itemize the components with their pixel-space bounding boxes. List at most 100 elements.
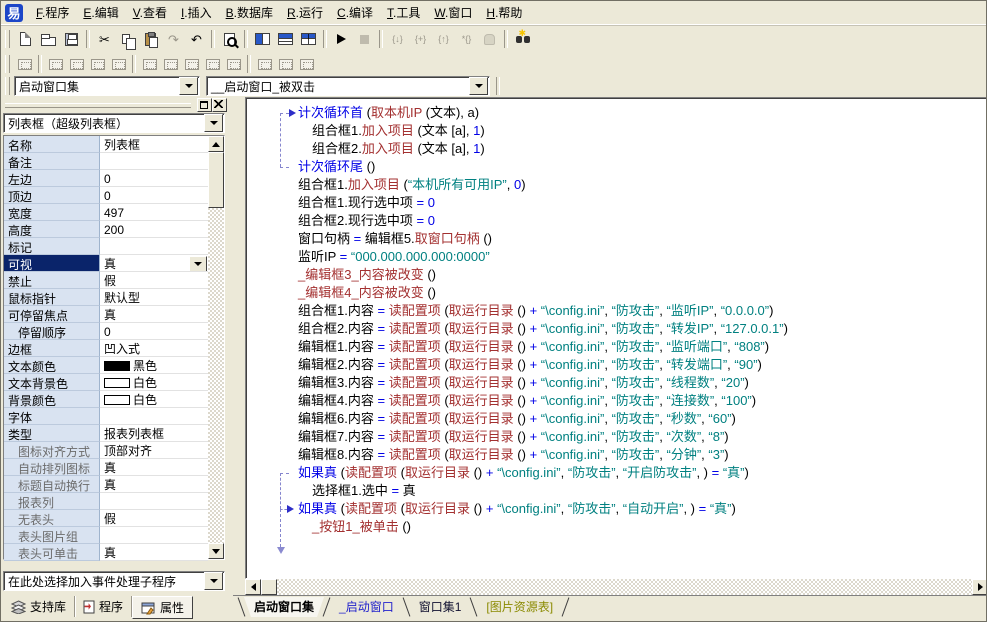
- align-left-icon[interactable]: [45, 55, 66, 73]
- center-in-form-icon[interactable]: [223, 55, 244, 73]
- property-row[interactable]: 类型报表列表框: [4, 425, 208, 442]
- run-to-cursor-icon[interactable]: *{}: [455, 28, 478, 50]
- cut-icon[interactable]: ✂: [93, 28, 116, 50]
- property-value[interactable]: 真: [100, 459, 208, 476]
- step-over-icon[interactable]: {+}: [409, 28, 432, 50]
- find-icon[interactable]: [218, 28, 241, 50]
- pause-hand-icon[interactable]: [478, 28, 501, 50]
- property-value[interactable]: 白色: [100, 391, 208, 408]
- toolbar-grip[interactable]: [5, 30, 10, 48]
- save-icon[interactable]: [60, 28, 83, 50]
- step-out-icon[interactable]: {↑}: [432, 28, 455, 50]
- chevron-down-icon[interactable]: [179, 77, 198, 95]
- chevron-down-icon[interactable]: [189, 256, 207, 272]
- property-row[interactable]: 名称列表框: [4, 136, 208, 153]
- toolbar-grip[interactable]: [5, 55, 10, 73]
- property-row[interactable]: 表头图片组: [4, 527, 208, 544]
- code-line[interactable]: 组合框1.加入项目 (文本 [a], 1): [246, 122, 987, 140]
- property-row[interactable]: 标记: [4, 238, 208, 255]
- menu-item-运行[interactable]: R.运行: [280, 2, 330, 23]
- panel-tab-属性[interactable]: 属性: [132, 596, 193, 619]
- menu-item-窗口[interactable]: W.窗口: [427, 2, 479, 23]
- code-line[interactable]: 组合框1.现行选中项 = 0: [246, 194, 987, 212]
- document-tab-窗口集1[interactable]: 窗口集1: [409, 597, 472, 617]
- property-row[interactable]: 禁止假: [4, 272, 208, 289]
- panel-tab-支持库[interactable]: 支持库: [3, 596, 75, 617]
- same-width-icon[interactable]: [254, 55, 275, 73]
- property-value[interactable]: [100, 408, 208, 425]
- stop-icon[interactable]: [353, 28, 376, 50]
- code-line[interactable]: 组合框1.内容 = 读配置项 (取运行目录 () + “\config.ini”…: [246, 302, 987, 320]
- property-value[interactable]: 凹入式: [100, 340, 208, 357]
- menu-item-工具[interactable]: T.工具: [380, 2, 427, 23]
- property-row[interactable]: 无表头假: [4, 510, 208, 527]
- property-value[interactable]: 497: [100, 204, 208, 221]
- property-value[interactable]: 真: [100, 544, 208, 561]
- property-value[interactable]: [100, 493, 208, 510]
- property-row[interactable]: 边框凹入式: [4, 340, 208, 357]
- paste-icon[interactable]: [139, 28, 162, 50]
- property-row[interactable]: 可停留焦点真: [4, 306, 208, 323]
- property-value[interactable]: 黑色: [100, 357, 208, 374]
- property-row[interactable]: 停留顺序0: [4, 323, 208, 340]
- run-icon[interactable]: [330, 28, 353, 50]
- code-line[interactable]: 编辑框3.内容 = 读配置项 (取运行目录 () + “\config.ini”…: [246, 374, 987, 392]
- property-value[interactable]: [100, 153, 208, 170]
- step-into-icon[interactable]: {↓}: [386, 28, 409, 50]
- space-down-icon[interactable]: [202, 55, 223, 73]
- property-value[interactable]: 列表框: [100, 136, 208, 153]
- code-line[interactable]: 编辑框6.内容 = 读配置项 (取运行目录 () + “\config.ini”…: [246, 410, 987, 428]
- menu-item-查看[interactable]: V.查看: [126, 2, 174, 23]
- property-row[interactable]: 鼠标指针默认型: [4, 289, 208, 306]
- menu-item-数据库[interactable]: B.数据库: [219, 2, 280, 23]
- chevron-down-icon[interactable]: [204, 114, 223, 132]
- align-top-icon[interactable]: [87, 55, 108, 73]
- property-value[interactable]: 默认型: [100, 289, 208, 306]
- code-line[interactable]: 组合框1.加入项目 (“本机所有可用IP”, 0): [246, 176, 987, 194]
- code-line[interactable]: 组合框2.内容 = 读配置项 (取运行目录 () + “\config.ini”…: [246, 320, 987, 338]
- property-row[interactable]: 可视真: [4, 255, 208, 272]
- menu-item-编辑[interactable]: E.编辑: [76, 2, 125, 23]
- panel-titlebar[interactable]: [1, 97, 229, 111]
- document-tab-_启动窗口[interactable]: _启动窗口: [329, 597, 404, 617]
- layout-vertical-icon[interactable]: [251, 28, 274, 50]
- code-line[interactable]: 编辑框8.内容 = 读配置项 (取运行目录 () + “\config.ini”…: [246, 446, 987, 464]
- property-row[interactable]: 字体: [4, 408, 208, 425]
- center-vertical-icon[interactable]: [160, 55, 181, 73]
- chevron-down-icon[interactable]: [204, 572, 223, 590]
- window-set-combobox[interactable]: 启动窗口集: [14, 76, 200, 96]
- property-grid-scrollbar[interactable]: [208, 136, 224, 559]
- property-value[interactable]: 真: [100, 476, 208, 493]
- property-row[interactable]: 报表列: [4, 493, 208, 510]
- code-line[interactable]: 编辑框1.内容 = 读配置项 (取运行目录 () + “\config.ini”…: [246, 338, 987, 356]
- property-value[interactable]: 假: [100, 272, 208, 289]
- property-value[interactable]: [100, 527, 208, 544]
- code-line[interactable]: _按钮1_被单击 (): [246, 518, 987, 536]
- scrollbar-thumb[interactable]: [261, 579, 277, 595]
- redo-icon[interactable]: ↷: [162, 28, 185, 50]
- property-value[interactable]: 假: [100, 510, 208, 527]
- code-line[interactable]: 计次循环尾 (): [246, 158, 987, 176]
- chevron-down-icon[interactable]: [469, 77, 488, 95]
- scroll-down-icon[interactable]: [208, 543, 224, 559]
- code-line[interactable]: 编辑框4.内容 = 读配置项 (取运行目录 () + “\config.ini”…: [246, 392, 987, 410]
- property-row[interactable]: 备注: [4, 153, 208, 170]
- undo-icon[interactable]: ↶: [185, 28, 208, 50]
- same-size-icon[interactable]: [296, 55, 317, 73]
- document-tab-启动窗口集[interactable]: 启动窗口集: [244, 597, 324, 617]
- code-horizontal-scrollbar[interactable]: [245, 579, 987, 595]
- layout-horizontal-icon[interactable]: [274, 28, 297, 50]
- code-line[interactable]: 选择框1.选中 = 真: [246, 482, 987, 500]
- property-value[interactable]: 200: [100, 221, 208, 238]
- code-line[interactable]: 编辑框7.内容 = 读配置项 (取运行目录 () + “\config.ini”…: [246, 428, 987, 446]
- property-row[interactable]: 标题自动换行真: [4, 476, 208, 493]
- property-value[interactable]: 0: [100, 170, 208, 187]
- code-line[interactable]: 如果真 (读配置项 (取运行目录 () + “\config.ini”, “防攻…: [246, 464, 987, 482]
- open-file-icon[interactable]: [37, 28, 60, 50]
- property-row[interactable]: 文本背景色白色: [4, 374, 208, 391]
- code-lines[interactable]: 计次循环首 (取本机IP (文本), a)组合框1.加入项目 (文本 [a], …: [246, 104, 987, 536]
- property-value[interactable]: 顶部对齐: [100, 442, 208, 459]
- property-value[interactable]: 真: [100, 306, 208, 323]
- panel-tab-程序[interactable]: 程序: [75, 596, 132, 617]
- panel-maximize-button[interactable]: [197, 98, 212, 112]
